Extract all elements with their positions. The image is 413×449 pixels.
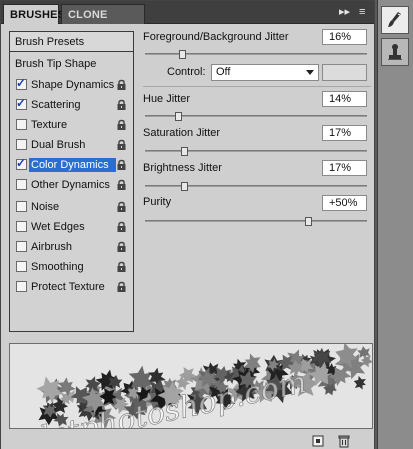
brushes-panel: BRUSHES CLONE SOURCE ▸▸ ≡ Brush Presets … (0, 0, 375, 449)
new-preset-icon[interactable] (311, 434, 325, 448)
option-label: Smoothing (31, 260, 84, 273)
panel-bottom-bar (1, 432, 374, 449)
brightness-jitter-value[interactable]: 17% (322, 160, 367, 176)
brush-options-list: Brush Presets Brush Tip Shape ✓ Shape Dyn… (9, 31, 134, 332)
leaf-mark (351, 375, 368, 391)
hue-jitter-slider[interactable] (145, 112, 367, 121)
fg-bg-jitter-value[interactable]: 16% (322, 29, 367, 45)
checkmark-icon: ✓ (16, 156, 27, 170)
control-select[interactable]: Off (211, 64, 319, 81)
option-label: Color Dynamics (29, 157, 116, 172)
divider (143, 86, 371, 87)
brush-tip-shape-item[interactable]: Brush Tip Shape (10, 54, 133, 73)
option-other-dynamics[interactable]: Other Dynamics (10, 175, 133, 194)
saturation-jitter-value[interactable]: 17% (322, 125, 367, 141)
checkbox[interactable]: ✓ (16, 76, 27, 90)
option-label: Other Dynamics (31, 178, 110, 191)
saturation-jitter-label: Saturation Jitter (143, 127, 221, 139)
lock-icon[interactable] (116, 99, 127, 111)
option-texture[interactable]: Texture (10, 115, 133, 134)
checkbox[interactable] (16, 241, 27, 252)
brush-presets-item[interactable]: Brush Presets (10, 32, 133, 52)
saturation-jitter-thumb[interactable] (181, 147, 188, 156)
chevron-down-icon (306, 70, 314, 75)
checkbox[interactable] (16, 281, 27, 292)
panel-dock-strip (377, 0, 413, 449)
checkbox[interactable] (16, 139, 27, 150)
lock-icon[interactable] (116, 281, 127, 293)
option-label: Noise (31, 200, 60, 213)
brush-tip-shape-label: Brush Tip Shape (15, 57, 97, 70)
brush-icon (388, 12, 401, 27)
option-label: Protect Texture (31, 280, 105, 293)
checkbox[interactable] (16, 119, 27, 130)
brush-stroke-preview: idetphotoshop.com (9, 343, 373, 429)
clone-source-panel-button[interactable] (381, 38, 409, 66)
purity-value[interactable]: +50% (322, 195, 367, 211)
checkbox[interactable]: ✓ (16, 96, 27, 110)
brushes-panel-button[interactable] (381, 6, 409, 34)
watermark-text: idetphotoshop.com (19, 365, 310, 428)
control-amount-field (322, 64, 367, 81)
tab-clone-source[interactable]: CLONE SOURCE (61, 4, 145, 41)
hue-jitter-thumb[interactable] (175, 112, 182, 121)
lock-icon[interactable] (116, 159, 127, 171)
purity-slider[interactable] (145, 217, 367, 226)
panel-tab-bar: BRUSHES CLONE SOURCE ▸▸ ≡ (1, 1, 374, 41)
option-wet-edges[interactable]: Wet Edges (10, 217, 133, 236)
panel-menu-icon[interactable]: ≡ (359, 5, 365, 19)
brightness-jitter-label: Brightness Jitter (143, 162, 222, 174)
clone-stamp-icon (388, 44, 402, 60)
saturation-jitter-slider[interactable] (145, 147, 367, 156)
option-dual-brush[interactable]: Dual Brush (10, 135, 133, 154)
collapse-panel-button[interactable]: ▸▸ (339, 5, 350, 19)
checkmark-icon: ✓ (16, 76, 27, 90)
option-smoothing[interactable]: Smoothing (10, 257, 133, 276)
hue-jitter-value[interactable]: 14% (322, 91, 367, 107)
option-airbrush[interactable]: Airbrush (10, 237, 133, 256)
hue-jitter-label: Hue Jitter (143, 93, 191, 105)
option-scattering[interactable]: ✓ Scattering (10, 95, 133, 114)
checkbox[interactable]: ✓ (16, 156, 27, 170)
lock-icon[interactable] (116, 241, 127, 253)
checkbox[interactable] (16, 221, 27, 232)
brightness-jitter-thumb[interactable] (181, 182, 188, 191)
option-protect-texture[interactable]: Protect Texture (10, 277, 133, 296)
lock-icon[interactable] (116, 119, 127, 131)
purity-label: Purity (143, 196, 172, 208)
fg-bg-jitter-label: Foreground/Background Jitter (143, 31, 289, 43)
option-noise[interactable]: Noise (10, 197, 133, 216)
purity-thumb[interactable] (305, 217, 312, 226)
lock-icon[interactable] (116, 79, 127, 91)
control-label: Control: (167, 66, 206, 78)
checkbox[interactable] (16, 179, 27, 190)
trash-icon[interactable] (337, 434, 351, 448)
option-color-dynamics[interactable]: ✓ Color Dynamics (10, 155, 133, 174)
checkbox[interactable] (16, 261, 27, 272)
lock-icon[interactable] (116, 179, 127, 191)
checkbox[interactable] (16, 201, 27, 212)
fg-bg-jitter-slider[interactable] (145, 50, 367, 59)
checkmark-icon: ✓ (16, 96, 27, 110)
control-select-value: Off (216, 66, 231, 78)
option-label: Wet Edges (31, 220, 85, 233)
fg-bg-jitter-thumb[interactable] (179, 50, 186, 59)
option-label: Texture (31, 118, 68, 131)
brightness-jitter-slider[interactable] (145, 182, 367, 191)
option-label: Dual Brush (31, 138, 86, 151)
option-label: Shape Dynamics (31, 78, 115, 91)
option-shape-dynamics[interactable]: ✓ Shape Dynamics (10, 75, 133, 94)
lock-icon[interactable] (116, 201, 127, 213)
leaf-stroke-graphic: idetphotoshop.com (18, 344, 372, 428)
tab-brushes[interactable]: BRUSHES (3, 4, 65, 24)
option-label: Scattering (31, 98, 81, 111)
lock-icon[interactable] (116, 221, 127, 233)
brush-presets-label: Brush Presets (15, 35, 85, 48)
lock-icon[interactable] (116, 261, 127, 273)
option-label: Airbrush (31, 240, 72, 253)
lock-icon[interactable] (116, 139, 127, 151)
